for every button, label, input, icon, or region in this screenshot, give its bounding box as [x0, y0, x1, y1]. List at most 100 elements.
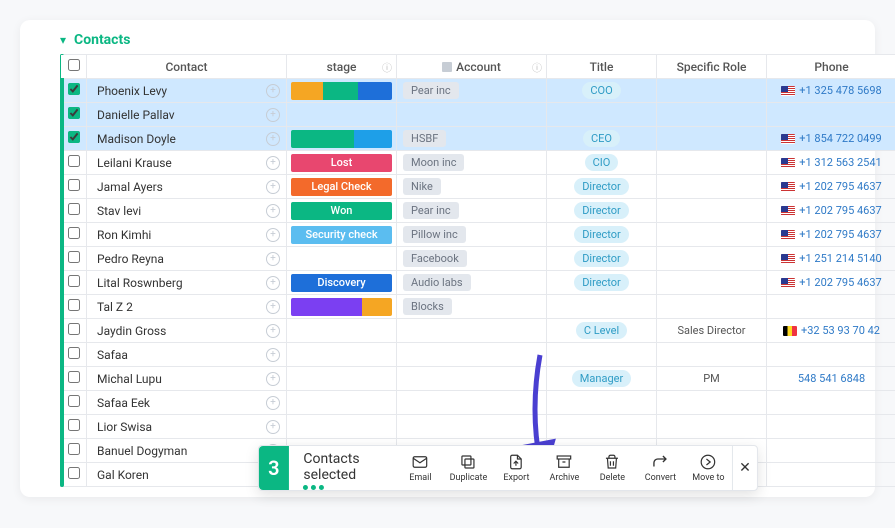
title-cell[interactable]: CEO [547, 127, 657, 151]
phone-number[interactable]: +1 202 795 4637 [799, 204, 881, 217]
stage-cell[interactable] [287, 247, 397, 271]
duplicate-button[interactable]: Duplicate [444, 453, 492, 483]
contact-name[interactable]: Lital Roswnberg [97, 276, 183, 290]
role-cell[interactable] [657, 175, 767, 199]
title-cell[interactable] [547, 391, 657, 415]
row-checkbox[interactable] [68, 107, 80, 119]
stage-cell[interactable] [287, 295, 397, 319]
info-icon[interactable]: ⓘ [382, 59, 392, 74]
role-cell[interactable] [657, 271, 767, 295]
phone-cell[interactable]: +1 325 478 5698 [767, 79, 895, 103]
contact-name[interactable]: Safaa Eek [97, 396, 150, 410]
table-row[interactable]: Safaa Eek+ [61, 391, 895, 415]
row-checkbox[interactable] [68, 299, 80, 311]
stage-cell[interactable] [287, 319, 397, 343]
role-cell[interactable] [657, 79, 767, 103]
row-checkbox[interactable] [68, 467, 80, 479]
contact-name[interactable]: Michal Lupu [97, 372, 162, 386]
stage-cell[interactable] [287, 127, 397, 151]
row-checkbox[interactable] [68, 443, 80, 455]
stage-cell[interactable] [287, 103, 397, 127]
title-cell[interactable]: Director [547, 247, 657, 271]
contact-name[interactable]: Tal Z 2 [97, 300, 133, 314]
add-icon[interactable]: + [266, 324, 280, 338]
row-checkbox[interactable] [68, 371, 80, 383]
account-cell[interactable]: Nike [397, 175, 547, 199]
account-cell[interactable] [397, 415, 547, 439]
row-checkbox[interactable] [68, 179, 80, 191]
phone-number[interactable]: +1 251 214 5140 [799, 252, 881, 265]
account-cell[interactable]: Pear inc [397, 199, 547, 223]
role-cell[interactable] [657, 103, 767, 127]
role-cell[interactable] [657, 127, 767, 151]
phone-cell[interactable]: +1 312 563 2541 [767, 151, 895, 175]
select-all-checkbox[interactable] [68, 59, 80, 71]
add-icon[interactable]: + [266, 108, 280, 122]
phone-number[interactable]: +1 202 795 4637 [799, 180, 881, 193]
contact-name[interactable]: Gal Koren [97, 468, 149, 482]
table-row[interactable]: Ron Kimhi+Security checkPillow incDirect… [61, 223, 895, 247]
phone-number[interactable]: +32 53 93 70 42 [801, 324, 880, 337]
archive-button[interactable]: Archive [540, 453, 588, 483]
phone-number[interactable]: +1 202 795 4637 [799, 228, 881, 241]
table-row[interactable]: Leilani Krause+LostMoon incCIO+1 312 563… [61, 151, 895, 175]
table-row[interactable]: Jaydin Gross + C LevelSales Director +32 53… [61, 319, 895, 343]
account-cell[interactable] [397, 367, 547, 391]
info-icon[interactable]: ⓘ [532, 59, 542, 74]
row-checkbox[interactable] [68, 203, 80, 215]
row-checkbox[interactable] [68, 395, 80, 407]
moveto-button[interactable]: Move to [684, 453, 732, 483]
role-cell[interactable] [657, 223, 767, 247]
table-row[interactable]: Safaa+ [61, 343, 895, 367]
phone-cell[interactable]: +1 854 722 0499 [767, 127, 895, 151]
close-button[interactable]: ✕ [732, 446, 756, 490]
contact-name[interactable]: Leilani Krause [97, 156, 172, 170]
title-cell[interactable]: COO [547, 79, 657, 103]
add-icon[interactable]: + [266, 348, 280, 362]
contact-name[interactable]: Madison Doyle [97, 132, 176, 146]
phone-cell[interactable]: +1 202 795 4637 [767, 175, 895, 199]
phone-cell[interactable]: +1 202 795 4637 [767, 199, 895, 223]
row-checkbox[interactable] [68, 347, 80, 359]
table-row[interactable]: Lital Roswnberg+DiscoveryAudio labsDirec… [61, 271, 895, 295]
phone-cell[interactable]: +1 202 795 4637 [767, 271, 895, 295]
account-cell[interactable]: HSBF [397, 127, 547, 151]
account-cell[interactable]: Audio labs [397, 271, 547, 295]
phone-cell[interactable]: +32 53 93 70 42 [767, 319, 895, 343]
table-row[interactable]: Pedro Reyna+FacebookDirector+1 251 214 5… [61, 247, 895, 271]
role-cell[interactable]: Sales Director [657, 319, 767, 343]
title-cell[interactable]: Director [547, 199, 657, 223]
table-row[interactable]: Danielle Pallav+ [61, 103, 895, 127]
add-icon[interactable]: + [266, 372, 280, 386]
account-cell[interactable]: Facebook [397, 247, 547, 271]
contact-name[interactable]: Ron Kimhi [97, 228, 151, 242]
phone-number[interactable]: 548 541 6848 [798, 372, 865, 385]
section-header[interactable]: ▾ Contacts [20, 28, 875, 54]
contact-name[interactable]: Pedro Reyna [97, 252, 164, 266]
row-checkbox[interactable] [68, 83, 80, 95]
table-row[interactable]: Stav levi+WonPear incDirector+1 202 795 … [61, 199, 895, 223]
title-cell[interactable]: C Level [547, 319, 657, 343]
phone-cell[interactable] [767, 343, 895, 367]
role-cell[interactable] [657, 391, 767, 415]
add-icon[interactable]: + [266, 132, 280, 146]
account-cell[interactable] [397, 391, 547, 415]
stage-cell[interactable] [287, 415, 397, 439]
role-cell[interactable] [657, 247, 767, 271]
stage-cell[interactable] [287, 343, 397, 367]
phone-cell[interactable] [767, 103, 895, 127]
add-icon[interactable]: + [266, 156, 280, 170]
table-row[interactable]: Jamal Ayers+Legal CheckNikeDirector+1 20… [61, 175, 895, 199]
row-checkbox[interactable] [68, 251, 80, 263]
table-row[interactable]: Lior Swisa+ [61, 415, 895, 439]
export-button[interactable]: Export [492, 453, 540, 483]
contact-name[interactable]: Jaydin Gross [97, 324, 166, 338]
phone-cell[interactable] [767, 391, 895, 415]
title-cell[interactable] [547, 415, 657, 439]
title-cell[interactable] [547, 103, 657, 127]
phone-number[interactable]: +1 325 478 5698 [799, 84, 881, 97]
stage-cell[interactable] [287, 79, 397, 103]
phone-cell[interactable] [767, 415, 895, 439]
phone-cell[interactable] [767, 439, 895, 463]
title-cell[interactable] [547, 295, 657, 319]
